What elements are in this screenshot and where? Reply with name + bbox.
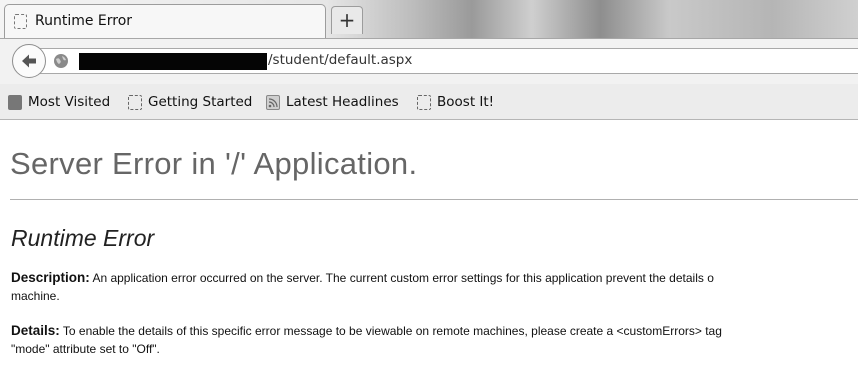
divider	[10, 199, 858, 200]
details-line-2: "mode" attribute set to "Off".	[11, 342, 160, 356]
bookmark-most-visited[interactable]: Most Visited	[8, 93, 110, 111]
rss-feed-icon	[266, 94, 280, 110]
browser-tab[interactable]: Runtime Error	[4, 4, 326, 38]
bookmark-label: Boost It!	[437, 94, 495, 110]
bookmark-label: Getting Started	[148, 94, 253, 110]
description-text: An application error occurred on the ser…	[89, 271, 714, 285]
url-path: /student/default.aspx	[268, 52, 413, 68]
new-tab-button[interactable]: +	[331, 6, 363, 34]
bookmark-label: Latest Headlines	[286, 94, 399, 110]
back-button[interactable]	[12, 44, 46, 78]
bookmark-label: Most Visited	[28, 94, 111, 110]
globe-icon	[54, 54, 68, 68]
details-label: Details:	[11, 323, 60, 338]
bookmark-getting-started[interactable]: Getting Started	[128, 93, 252, 111]
blank-page-icon	[417, 94, 431, 110]
address-bar[interactable]: /student/default.aspx	[36, 48, 858, 74]
back-arrow-icon	[22, 54, 36, 68]
redacted-domain	[79, 53, 267, 70]
tab-strip: Runtime Error +	[0, 0, 858, 38]
blank-page-icon	[128, 94, 142, 110]
blank-page-icon	[14, 14, 27, 29]
description-label: Description:	[11, 270, 90, 285]
description-paragraph: Description: An application error occurr…	[11, 269, 714, 305]
error-subtitle: Runtime Error	[11, 225, 155, 251]
page-title: Server Error in '/' Application.	[10, 146, 418, 181]
description-line-2: machine.	[11, 289, 60, 303]
description-line-1: Description: An application error occurr…	[11, 269, 714, 287]
bookmark-latest-headlines[interactable]: Latest Headlines	[266, 93, 399, 111]
bookmark-boost-it[interactable]: Boost It!	[417, 93, 494, 111]
details-line-1: Details: To enable the details of this s…	[11, 322, 722, 340]
navigation-bar: /student/default.aspx	[0, 38, 858, 84]
tab-title: Runtime Error	[35, 13, 133, 29]
bookmarks-toolbar: Most Visited Getting Started Latest Head…	[0, 84, 858, 120]
details-text: To enable the details of this specific e…	[59, 324, 722, 338]
details-paragraph: Details: To enable the details of this s…	[11, 322, 722, 358]
most-visited-icon	[8, 94, 22, 110]
